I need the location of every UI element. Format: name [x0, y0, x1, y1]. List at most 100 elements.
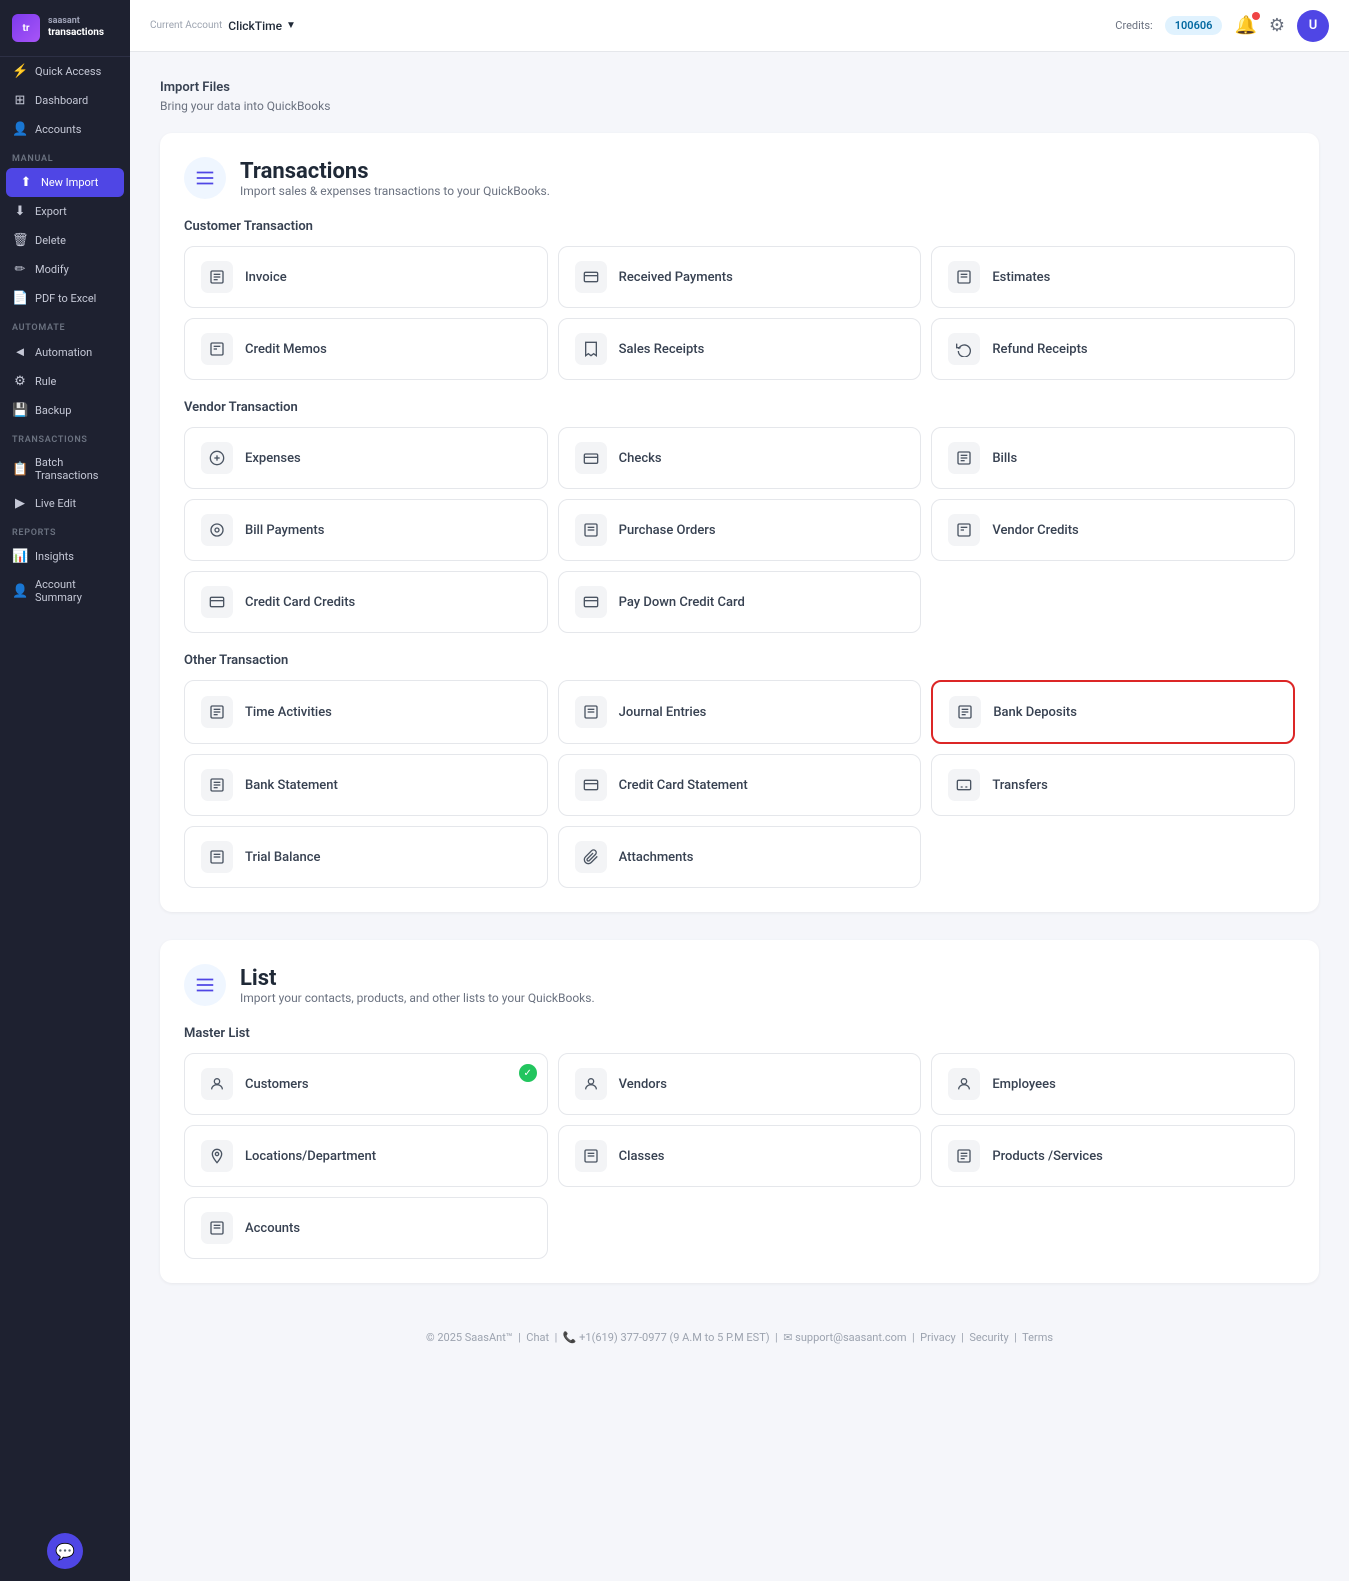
vendor-credits-icon — [948, 514, 980, 546]
vendor-transaction-label: Vendor Transaction — [184, 400, 1295, 415]
card-credit-card-statement[interactable]: Credit Card Statement — [558, 754, 922, 816]
sidebar-item-quick-access[interactable]: ⚡ Quick Access — [0, 57, 130, 86]
export-icon: ⬇ — [12, 204, 28, 219]
credits-label: Credits: — [1115, 19, 1152, 32]
checks-icon — [575, 442, 607, 474]
sidebar-item-rule[interactable]: ⚙ Rule — [0, 367, 130, 396]
sidebar-item-batch-transactions[interactable]: 📋 Batch Transactions — [0, 449, 130, 489]
card-bank-statement[interactable]: Bank Statement — [184, 754, 548, 816]
footer-email: ✉ support@saasant.com — [783, 1331, 906, 1344]
card-bills[interactable]: Bills — [931, 427, 1295, 489]
import-files-desc: Bring your data into QuickBooks — [160, 99, 1319, 113]
purchase-orders-icon — [575, 514, 607, 546]
accounts-icon: 👤 — [12, 122, 28, 137]
vendors-icon — [575, 1068, 607, 1100]
brand-name: saasant — [48, 17, 104, 27]
card-vendor-credits[interactable]: Vendor Credits — [931, 499, 1295, 561]
transactions-icon — [184, 157, 226, 199]
card-trial-balance[interactable]: Trial Balance — [184, 826, 548, 888]
sidebar: tr saasant transactions ⚡ Quick Access ⊞… — [0, 0, 130, 1581]
sidebar-item-automation[interactable]: ◄ Automation — [0, 337, 130, 367]
brand-logo: tr saasant transactions — [0, 0, 130, 57]
list-title-row: List Import your contacts, products, and… — [184, 964, 1295, 1006]
import-files-header: Import Files Bring your data into QuickB… — [160, 80, 1319, 113]
footer-privacy-link[interactable]: Privacy — [920, 1331, 956, 1344]
rule-icon: ⚙ — [12, 374, 28, 389]
employees-icon — [948, 1068, 980, 1100]
account-name[interactable]: ClickTime ▼ — [228, 19, 296, 33]
card-bill-payments[interactable]: Bill Payments — [184, 499, 548, 561]
card-products-services[interactable]: Products /Services — [931, 1125, 1295, 1187]
master-list-grid: Customers ✓ Vendors Employees Locations — [184, 1053, 1295, 1259]
sidebar-item-export[interactable]: ⬇ Export — [0, 197, 130, 226]
card-refund-receipts[interactable]: Refund Receipts — [931, 318, 1295, 380]
footer-terms-link[interactable]: Terms — [1022, 1331, 1053, 1344]
footer-chat-link[interactable]: Chat — [526, 1331, 549, 1344]
trial-balance-icon — [201, 841, 233, 873]
footer-phone: 📞 +1(619) 377-0977 (9 A.M to 5 P.M EST) — [563, 1331, 770, 1344]
card-sales-receipts[interactable]: Sales Receipts — [558, 318, 922, 380]
live-edit-icon: ▶ — [12, 496, 28, 511]
card-pay-down-credit-card[interactable]: Pay Down Credit Card — [558, 571, 922, 633]
card-bank-deposits[interactable]: Bank Deposits — [931, 680, 1295, 744]
master-list-label: Master List — [184, 1026, 1295, 1041]
card-classes[interactable]: Classes — [558, 1125, 922, 1187]
card-purchase-orders[interactable]: Purchase Orders — [558, 499, 922, 561]
footer-security-link[interactable]: Security — [969, 1331, 1008, 1344]
other-transaction-grid: Time Activities Journal Entries Bank Dep… — [184, 680, 1295, 888]
sidebar-item-live-edit[interactable]: ▶ Live Edit — [0, 489, 130, 518]
sidebar-item-dashboard[interactable]: ⊞ Dashboard — [0, 86, 130, 115]
sidebar-item-new-import[interactable]: ⬆ New Import — [6, 168, 124, 197]
chat-icon: 💬 — [55, 1542, 75, 1561]
card-locations-department[interactable]: Locations/Department — [184, 1125, 548, 1187]
card-accounts[interactable]: Accounts — [184, 1197, 548, 1259]
batch-icon: 📋 — [12, 462, 28, 477]
card-employees[interactable]: Employees — [931, 1053, 1295, 1115]
user-avatar[interactable]: U — [1297, 10, 1329, 42]
card-time-activities[interactable]: Time Activities — [184, 680, 548, 744]
card-estimates[interactable]: Estimates — [931, 246, 1295, 308]
sidebar-item-pdf-to-excel[interactable]: 📄 PDF to Excel — [0, 284, 130, 313]
sidebar-item-insights[interactable]: 📊 Insights — [0, 542, 130, 571]
card-journal-entries[interactable]: Journal Entries — [558, 680, 922, 744]
card-invoice[interactable]: Invoice — [184, 246, 548, 308]
card-vendors[interactable]: Vendors — [558, 1053, 922, 1115]
current-account-label: Current Account — [150, 20, 222, 31]
card-checks[interactable]: Checks — [558, 427, 922, 489]
sidebar-item-backup[interactable]: 💾 Backup — [0, 396, 130, 425]
sidebar-item-delete[interactable]: 🗑 Delete — [0, 226, 130, 255]
chat-button[interactable]: 💬 — [47, 1533, 83, 1569]
products-services-icon — [948, 1140, 980, 1172]
card-credit-card-credits[interactable]: Credit Card Credits — [184, 571, 548, 633]
customers-check-badge: ✓ — [519, 1064, 537, 1082]
new-import-icon: ⬆ — [18, 175, 34, 190]
estimates-icon — [948, 261, 980, 293]
notification-bell[interactable]: 🔔 — [1234, 15, 1256, 36]
manual-section-label: MANUAL — [0, 144, 130, 168]
card-attachments[interactable]: Attachments — [558, 826, 922, 888]
chevron-down-icon: ▼ — [286, 20, 296, 31]
settings-icon[interactable]: ⚙ — [1269, 15, 1285, 36]
sidebar-item-modify[interactable]: ✏ Modify — [0, 255, 130, 284]
card-received-payments[interactable]: Received Payments — [558, 246, 922, 308]
card-customers[interactable]: Customers ✓ — [184, 1053, 548, 1115]
journal-entries-icon — [575, 696, 607, 728]
transactions-title-text: Transactions Import sales & expenses tra… — [240, 159, 550, 198]
sidebar-item-accounts[interactable]: 👤 Accounts — [0, 115, 130, 144]
sales-receipts-icon — [575, 333, 607, 365]
card-expenses[interactable]: Expenses — [184, 427, 548, 489]
customers-icon — [201, 1068, 233, 1100]
invoice-icon — [201, 261, 233, 293]
expenses-icon — [201, 442, 233, 474]
card-transfers[interactable]: Transfers — [931, 754, 1295, 816]
bills-icon — [948, 442, 980, 474]
app-header: Current Account ClickTime ▼ Credits: 100… — [130, 0, 1349, 52]
sidebar-item-account-summary[interactable]: 👤 Account Summary — [0, 571, 130, 611]
header-right: Credits: 100606 🔔 ⚙ U — [1115, 10, 1329, 42]
import-files-title: Import Files — [160, 80, 1319, 95]
attachments-icon — [575, 841, 607, 873]
card-credit-memos[interactable]: Credit Memos — [184, 318, 548, 380]
pdf-icon: 📄 — [12, 291, 28, 306]
insights-icon: 📊 — [12, 549, 28, 564]
list-title-text: List Import your contacts, products, and… — [240, 966, 595, 1005]
